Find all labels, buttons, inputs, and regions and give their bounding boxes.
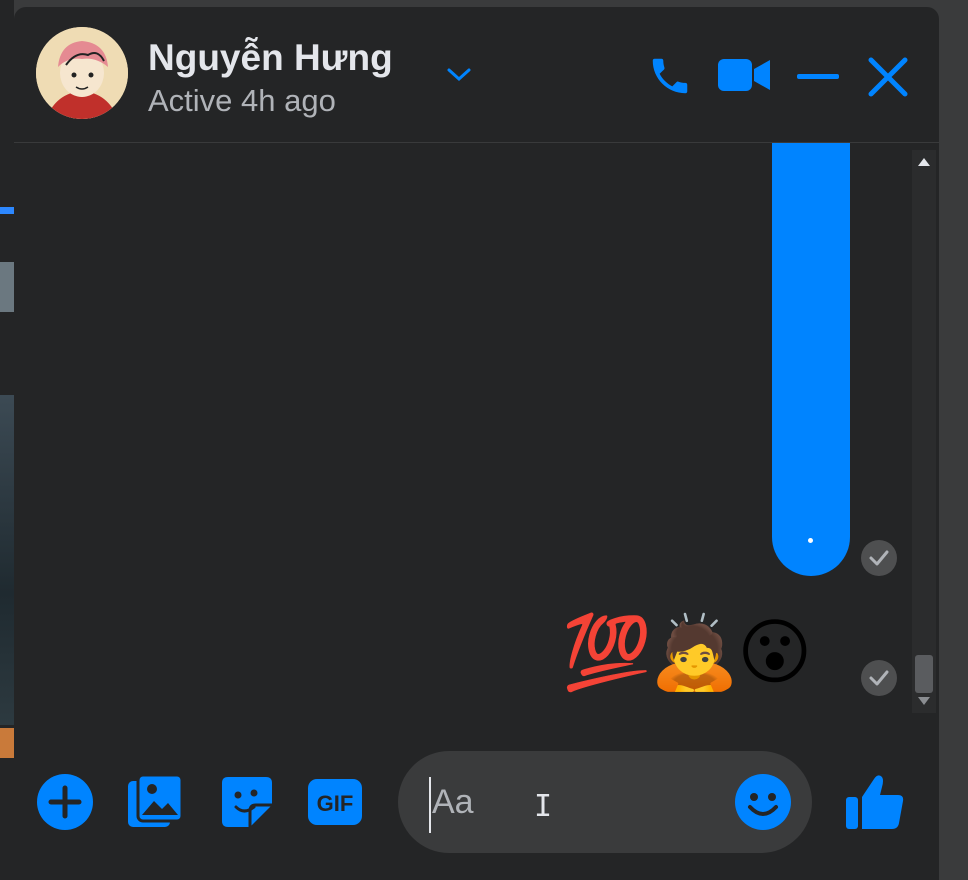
message-list: 💯🙇😮: [14, 143, 939, 713]
background-highlight: [0, 207, 14, 214]
scroll-down-arrow[interactable]: [918, 697, 930, 705]
plus-icon: [37, 774, 93, 830]
message-bubble[interactable]: [772, 143, 850, 576]
message-dot: [808, 538, 813, 543]
contact-name: Nguyễn Hưng: [148, 37, 393, 78]
message-input[interactable]: Aa I: [398, 751, 812, 853]
contact-title-button[interactable]: Nguyễn Hưng Active 4h ago: [148, 31, 478, 121]
seen-check-icon: [861, 540, 897, 576]
call-button[interactable]: [647, 53, 693, 104]
emoji-button[interactable]: [734, 773, 792, 836]
thumbs-up-icon: [846, 775, 904, 829]
more-actions-button[interactable]: [36, 773, 94, 836]
close-icon: [868, 57, 908, 97]
phone-icon: [652, 58, 688, 94]
background-photo: [0, 728, 14, 758]
video-call-button[interactable]: [716, 55, 772, 100]
background-photo: [0, 262, 14, 312]
message-placeholder: Aa: [432, 783, 474, 821]
sticker-icon: [222, 777, 272, 827]
background-photo: [0, 395, 14, 725]
background-page: [0, 0, 14, 880]
scroll-up-arrow[interactable]: [918, 158, 930, 166]
message-scrollbar[interactable]: [912, 150, 936, 713]
attach-photo-button[interactable]: [126, 773, 184, 836]
video-camera-icon: [718, 59, 770, 91]
text-cursor-icon: I: [534, 789, 553, 824]
chevron-down-icon: [447, 68, 471, 82]
close-button[interactable]: [866, 55, 910, 104]
chat-header: Nguyễn Hưng Active 4h ago: [14, 7, 939, 143]
composer-bar: GIF Aa I: [14, 713, 939, 880]
contact-status: Active 4h ago: [148, 83, 336, 118]
gif-label: GIF: [317, 791, 354, 816]
smiley-icon: [735, 774, 791, 830]
chat-window: Nguyễn Hưng Active 4h ago 💯🙇😮 GIF Aa I: [14, 7, 939, 880]
minimize-button[interactable]: [795, 61, 841, 96]
gif-icon: GIF: [308, 779, 362, 825]
photo-icon: [128, 773, 184, 827]
text-caret: [429, 777, 431, 833]
sticker-button[interactable]: [218, 773, 276, 836]
emoji-message[interactable]: 💯🙇😮: [562, 608, 812, 698]
avatar-image: [36, 27, 128, 119]
scroll-thumb[interactable]: [915, 655, 933, 693]
seen-check-icon: [861, 660, 897, 696]
gif-button[interactable]: GIF: [306, 773, 364, 836]
avatar[interactable]: [36, 27, 128, 119]
minimize-icon: [797, 74, 839, 79]
like-button[interactable]: [844, 771, 906, 838]
